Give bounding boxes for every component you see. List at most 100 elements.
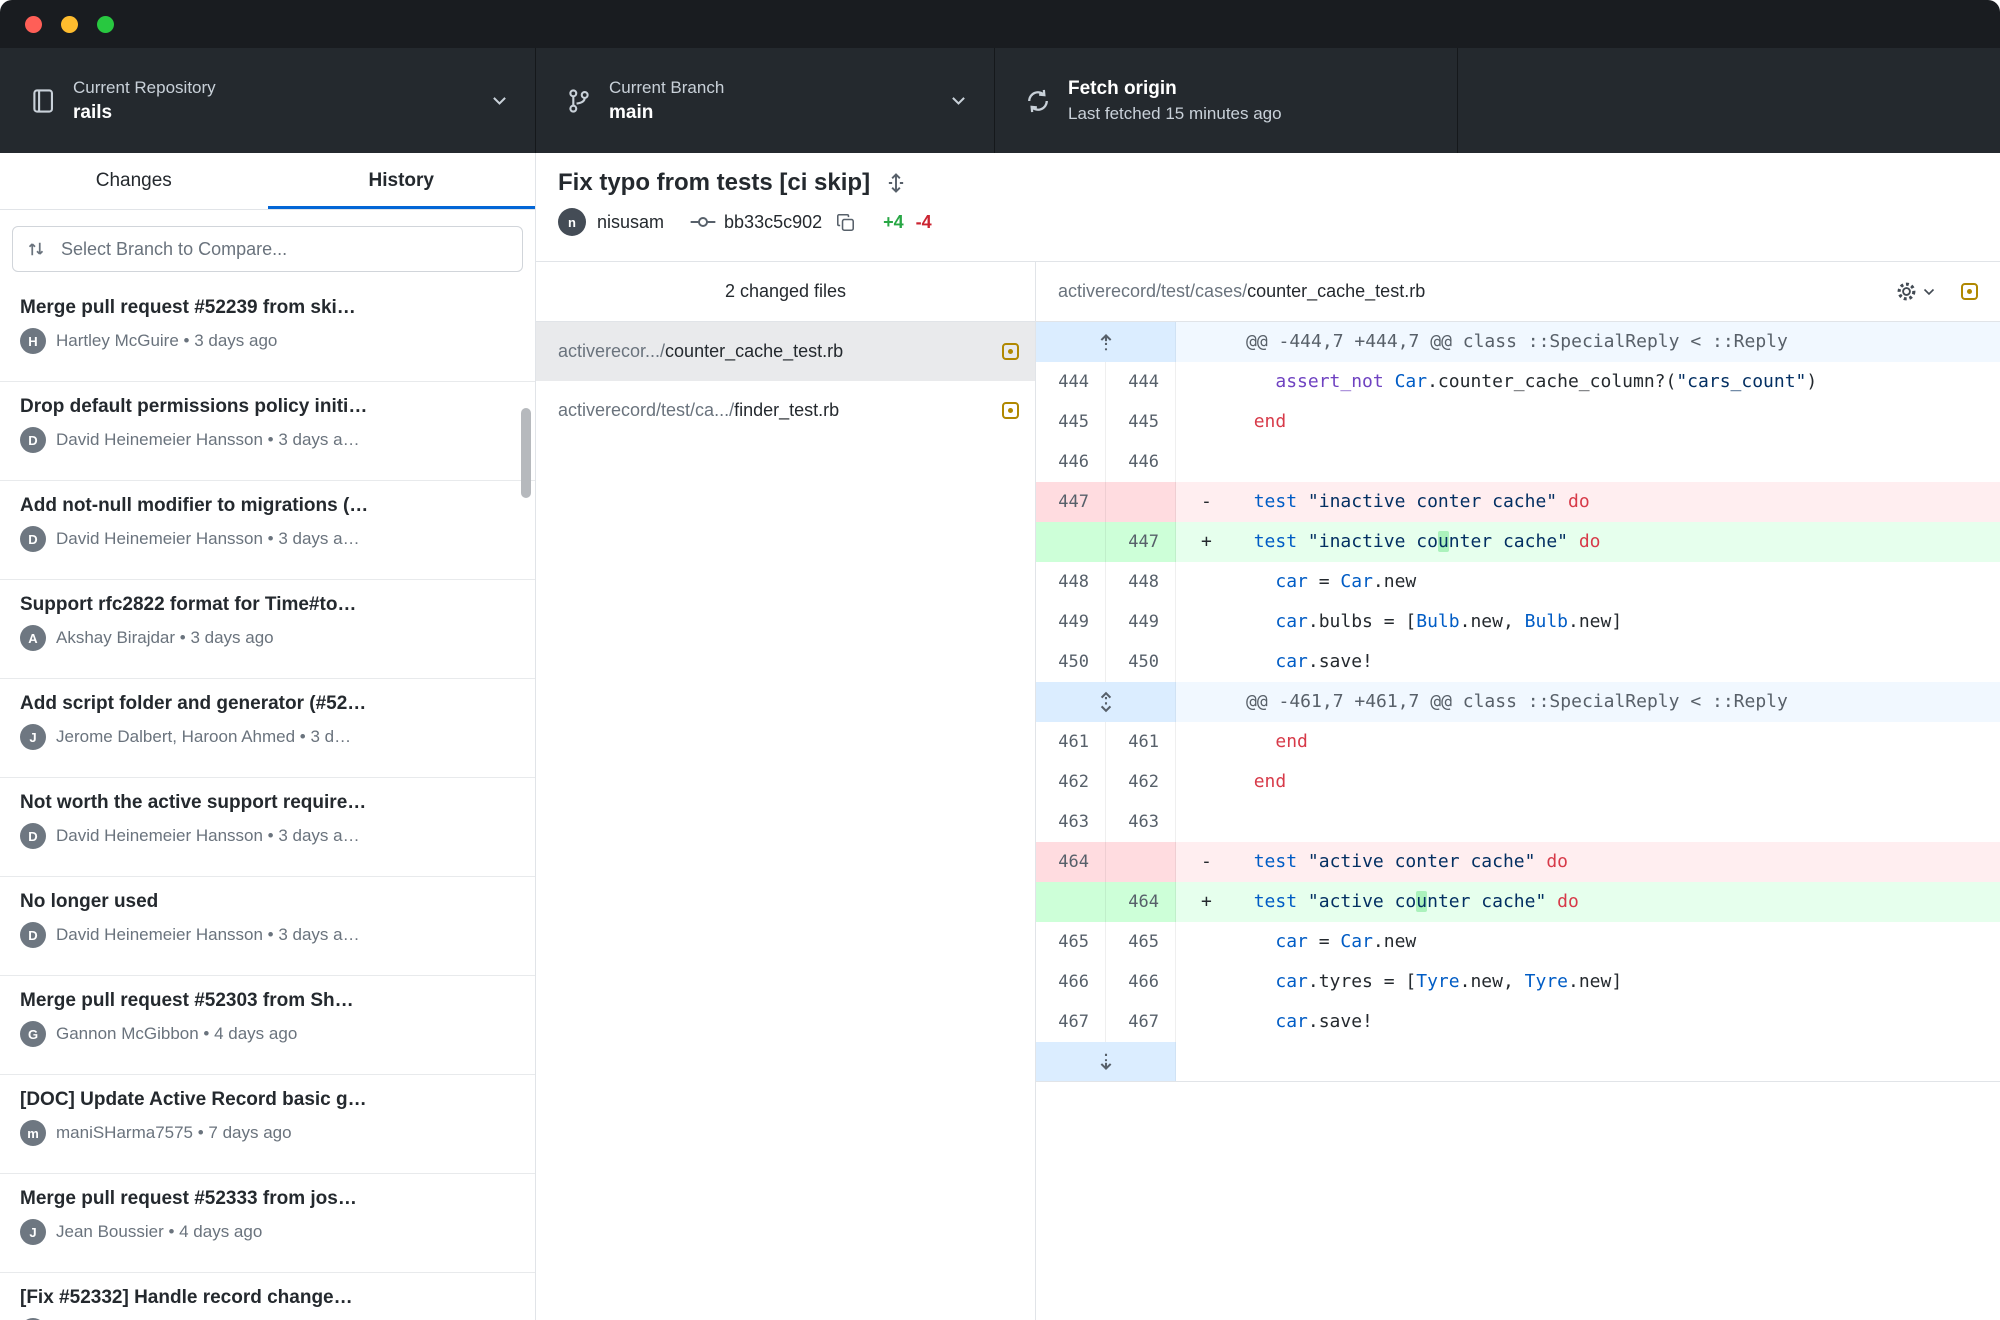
commit-list-item[interactable]: Drop default permissions policy initi… D… (0, 382, 535, 481)
toolbar: Current Repository rails Current Branch … (0, 48, 2000, 153)
current-branch-button[interactable]: Current Branch main (536, 48, 995, 153)
old-line-number: 464 (1036, 842, 1106, 882)
close-button[interactable] (25, 16, 42, 33)
git-commit-icon (690, 214, 716, 230)
old-line-number (1036, 522, 1106, 562)
new-line-number: 449 (1106, 602, 1176, 642)
diff-sign (1176, 402, 1232, 442)
commit-list-item[interactable]: No longer used D David Heinemeier Hansso… (0, 877, 535, 976)
drag-vertical-icon[interactable] (885, 171, 907, 195)
tab-history[interactable]: History (268, 153, 536, 209)
commit-sha: bb33c5c902 (724, 212, 822, 233)
commit-title: Fix typo from tests [ci skip] (558, 169, 870, 197)
commit-list-title: No longer used (20, 891, 515, 913)
current-repository-button[interactable]: Current Repository rails (0, 48, 536, 153)
commit-list-meta: David Heinemeier Hansson • 3 days a… (56, 925, 360, 945)
code-line: assert_not Car.counter_cache_column?("ca… (1232, 362, 2000, 402)
copy-icon[interactable] (836, 213, 855, 232)
commit-author: nisusam (597, 212, 664, 233)
code-line: car.save! (1232, 642, 2000, 682)
new-line-number: 450 (1106, 642, 1176, 682)
commit-list-title: Add not-null modifier to migrations (… (20, 495, 515, 517)
commit-list-item[interactable]: Merge pull request #52333 from jos… J Je… (0, 1174, 535, 1273)
traffic-lights (25, 16, 114, 33)
commit-list-meta: maniSHarma7575 • 7 days ago (56, 1123, 292, 1143)
scrollbar-thumb[interactable] (521, 408, 531, 498)
old-line-number: 461 (1036, 722, 1106, 762)
diff-row-ctx: 448448 car = Car.new (1036, 562, 2000, 602)
avatar: A (20, 625, 46, 651)
expand-both-icon[interactable] (1036, 682, 1176, 722)
commit-detail: Fix typo from tests [ci skip] n nisusam … (536, 153, 2000, 1320)
file-name: counter_cache_test.rb (665, 341, 843, 362)
commit-list-item[interactable]: Support rfc2822 format for Time#to… A Ak… (0, 580, 535, 679)
commit-list-meta: David Heinemeier Hansson • 3 days a… (56, 430, 360, 450)
old-line-number: 450 (1036, 642, 1106, 682)
diff-pane: activerecord/test/cases/counter_cache_te… (1036, 262, 2000, 1320)
file-list-item[interactable]: activerecord/test/ca.../finder_test.rb (536, 381, 1035, 440)
commit-list-item[interactable]: Add script folder and generator (#52… J … (0, 679, 535, 778)
old-line-number: 465 (1036, 922, 1106, 962)
code-line: test "inactive counter cache" do (1232, 522, 2000, 562)
diff-sign (1176, 922, 1232, 962)
new-line-number (1106, 842, 1176, 882)
diff-row-ctx: 446446 (1036, 442, 2000, 482)
code-line: test "inactive conter cache" do (1232, 482, 2000, 522)
commit-list-item[interactable]: Add not-null modifier to migrations (… D… (0, 481, 535, 580)
commit-list-title: Merge pull request #52303 from Sh… (20, 990, 515, 1012)
commit-list-meta: Jean Boussier • 4 days ago (56, 1222, 262, 1242)
chevron-down-icon (1923, 288, 1935, 296)
avatar: D (20, 526, 46, 552)
expand-down-icon[interactable] (1036, 1042, 1176, 1081)
diff-row-ctx: 445445 end (1036, 402, 2000, 442)
compare-branch-input[interactable] (12, 226, 523, 272)
hunk-header-text: @@ -444,7 +444,7 @@ class ::SpecialReply… (1176, 322, 2000, 362)
commit-list-item[interactable]: Merge pull request #52303 from Sh… G Gan… (0, 976, 535, 1075)
diff-options-button[interactable] (1896, 281, 1935, 302)
tab-changes[interactable]: Changes (0, 153, 268, 209)
code-line: test "active conter cache" do (1232, 842, 2000, 882)
file-name: finder_test.rb (734, 400, 839, 421)
expand-up-icon[interactable] (1036, 322, 1176, 362)
old-line-number: 445 (1036, 402, 1106, 442)
new-line-number: 447 (1106, 522, 1176, 562)
commit-list-title: Drop default permissions policy initi… (20, 396, 515, 418)
diff-sign (1176, 362, 1232, 402)
old-line-number: 448 (1036, 562, 1106, 602)
file-list: activerecor.../counter_cache_test.rb act… (536, 322, 1035, 1320)
code-line: test "active counter cache" do (1232, 882, 2000, 922)
commit-list-item[interactable]: [DOC] Update Active Record basic g… m ma… (0, 1075, 535, 1174)
zoom-button[interactable] (97, 16, 114, 33)
tab-changes-label: Changes (96, 170, 172, 192)
diff-sign (1176, 642, 1232, 682)
commit-list-title: Merge pull request #52333 from jos… (20, 1188, 515, 1210)
new-line-number: 463 (1106, 802, 1176, 842)
commit-list-title: Not worth the active support require… (20, 792, 515, 814)
code-line (1232, 802, 2000, 842)
new-line-number: 445 (1106, 402, 1176, 442)
author-avatar: n (558, 208, 586, 236)
compare-arrows-icon (26, 239, 46, 259)
diff-row-ctx: 463463 (1036, 802, 2000, 842)
commit-list-item[interactable]: Merge pull request #52239 from ski… H Ha… (0, 283, 535, 382)
fetch-origin-button[interactable]: Fetch origin Last fetched 15 minutes ago (995, 48, 1458, 153)
commit-list-title: Merge pull request #52239 from ski… (20, 297, 515, 319)
diff-row-ctx: 449449 car.bulbs = [Bulb.new, Bulb.new] (1036, 602, 2000, 642)
avatar: D (20, 922, 46, 948)
commit-list-title: Support rfc2822 format for Time#to… (20, 594, 515, 616)
code-line: end (1232, 762, 2000, 802)
diff-row-ctx: 450450 car.save! (1036, 642, 2000, 682)
commit-list-item[interactable]: Not worth the active support require… D … (0, 778, 535, 877)
diff-row-expand (1036, 1042, 2000, 1082)
file-list-item[interactable]: activerecor.../counter_cache_test.rb (536, 322, 1035, 381)
old-line-number: 462 (1036, 762, 1106, 802)
minimize-button[interactable] (61, 16, 78, 33)
sync-icon (1025, 88, 1051, 114)
modified-status-icon (1002, 343, 1019, 360)
branch-name: main (609, 102, 724, 124)
commit-list-item[interactable]: [Fix #52332] Handle record change… (0, 1273, 535, 1320)
old-line-number (1036, 882, 1106, 922)
diff-sign (1176, 602, 1232, 642)
diff-file-path-prefix: activerecord/test/cases/ (1058, 281, 1247, 302)
new-line-number: 446 (1106, 442, 1176, 482)
